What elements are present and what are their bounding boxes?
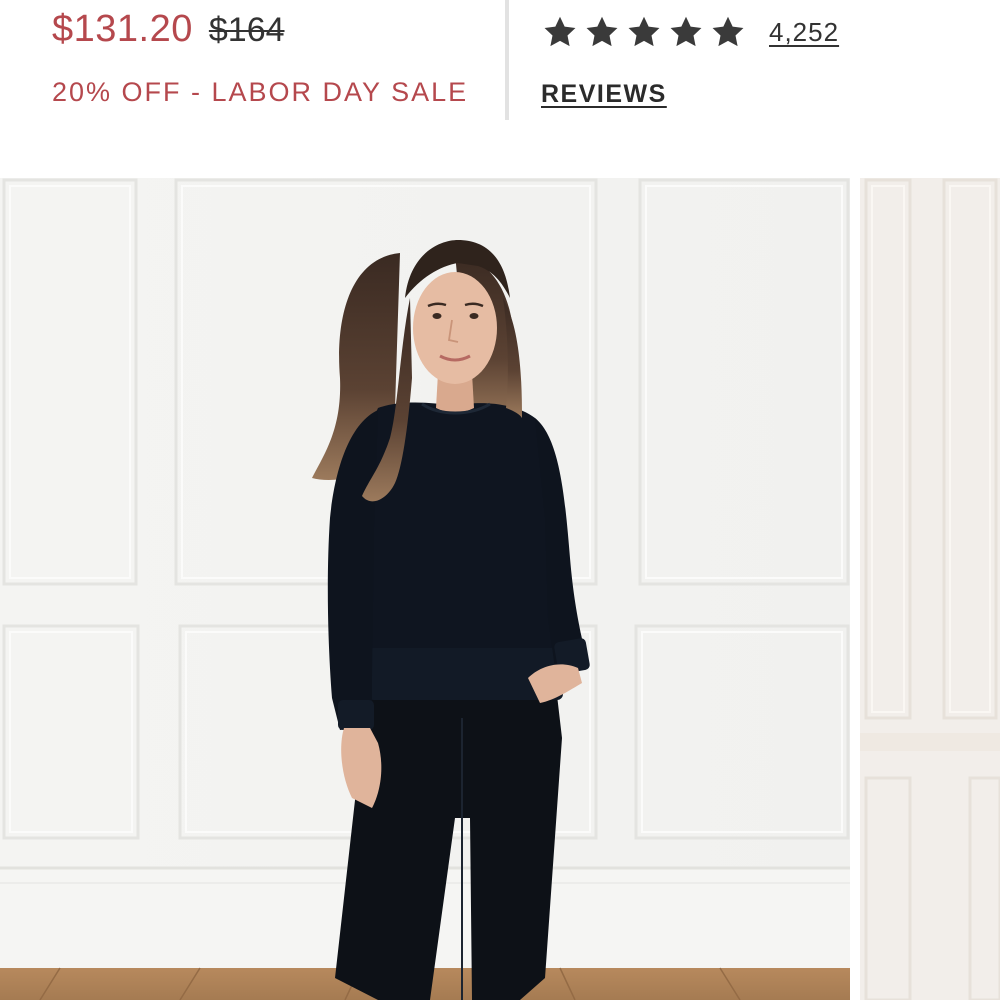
star-icon	[709, 14, 747, 50]
sale-price: $131.20	[52, 8, 193, 50]
photo-next-illustration	[860, 178, 1000, 1000]
price-row: $131.20 $164	[52, 8, 468, 51]
promo-label: 20% OFF - LABOR DAY SALE	[52, 77, 469, 107]
star-icon	[667, 14, 705, 50]
rating-block: 4,252 REVIEWS	[541, 14, 839, 109]
review-count-link[interactable]: 4,252	[769, 17, 839, 48]
star-icon	[583, 14, 621, 50]
star-icon	[625, 14, 663, 50]
star-icon	[541, 14, 579, 50]
product-image-next[interactable]	[860, 178, 1000, 1000]
product-price-header: $131.20 $164 20% OFF - LABOR DAY SALE 4,…	[0, 0, 1000, 178]
product-page: $131.20 $164 20% OFF - LABOR DAY SALE 4,…	[0, 0, 1000, 1000]
header-divider	[505, 0, 509, 120]
product-image-main[interactable]	[0, 178, 850, 1000]
reviews-link[interactable]: REVIEWS	[541, 80, 667, 109]
product-image-carousel[interactable]	[0, 178, 1000, 1000]
photo-model-illustration	[0, 178, 850, 1000]
star-rating[interactable]: 4,252	[541, 14, 839, 50]
original-price: $164	[208, 11, 285, 49]
price-block: $131.20 $164 20% OFF - LABOR DAY SALE	[52, 8, 468, 108]
